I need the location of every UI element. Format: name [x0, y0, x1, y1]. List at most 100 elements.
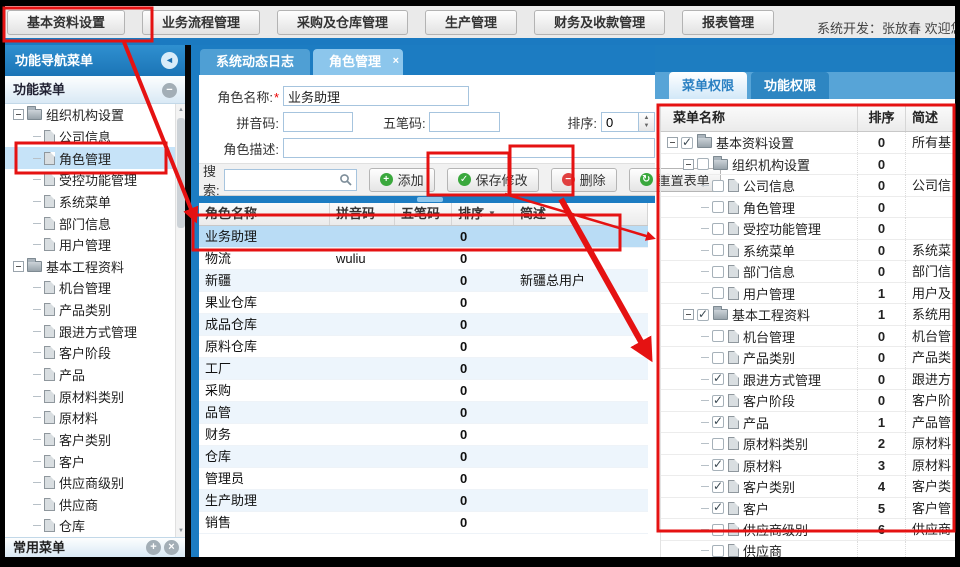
sidebar-item[interactable]: 用户管理 — [5, 234, 175, 256]
table-row[interactable]: 原料仓库0 — [199, 336, 648, 358]
table-row[interactable]: 销售0 — [199, 512, 648, 534]
checkbox[interactable] — [712, 524, 724, 536]
checkbox[interactable] — [681, 137, 693, 149]
table-row[interactable]: 仓库0 — [199, 446, 648, 468]
checkbox[interactable] — [712, 545, 724, 557]
sidebar-bottom-bar[interactable]: 常用菜单 + × — [5, 537, 185, 557]
sidebar-item[interactable]: 部门信息 — [5, 212, 175, 234]
checkbox[interactable] — [712, 459, 724, 471]
table-row[interactable]: 工厂0 — [199, 358, 648, 380]
top-menu-item[interactable]: 生产管理 — [425, 10, 517, 35]
column-header-sort[interactable]: 排序 — [858, 104, 906, 131]
checkbox[interactable] — [712, 266, 724, 278]
permission-tree-row[interactable]: 客户5客户管 — [661, 498, 955, 520]
sidebar-item[interactable]: 产品类别 — [5, 299, 175, 321]
checkbox[interactable] — [712, 352, 724, 364]
checkbox[interactable] — [697, 309, 709, 321]
search-icon[interactable] — [339, 173, 353, 187]
column-header[interactable]: 简述 — [514, 203, 648, 225]
collapse-node-icon[interactable] — [13, 109, 24, 120]
search-input[interactable] — [225, 172, 339, 187]
collapse-sidebar-icon[interactable]: ◄ — [161, 52, 178, 69]
sidebar-item[interactable]: 供应商 — [5, 494, 175, 516]
checkbox[interactable] — [712, 244, 724, 256]
column-header[interactable]: 排序▼ — [452, 203, 514, 225]
sidebar-item[interactable]: 组织机构设置 — [5, 104, 175, 126]
sidebar-item[interactable]: 产品 — [5, 364, 175, 386]
remove-favorite-icon[interactable]: × — [164, 540, 179, 555]
spinner-arrows[interactable]: ▲▼ — [638, 113, 654, 131]
tab-menu-permissions[interactable]: 菜单权限 — [669, 72, 747, 99]
sidebar-item[interactable]: 公司信息 — [5, 126, 175, 148]
top-menu-item[interactable]: 财务及收款管理 — [534, 10, 665, 35]
delete-button[interactable]: −删除 — [551, 168, 617, 192]
sidebar-item[interactable]: 客户阶段 — [5, 342, 175, 364]
tab-function-permissions[interactable]: 功能权限 — [751, 72, 829, 99]
permission-tree-row[interactable]: 原材料类别2原材料 — [661, 433, 955, 455]
sidebar-item[interactable]: 基本工程资料 — [5, 255, 175, 277]
checkbox[interactable] — [712, 287, 724, 299]
sidebar-item[interactable]: 仓库 — [5, 515, 175, 537]
tab-system-log[interactable]: 系统动态日志 — [200, 49, 310, 75]
permission-tree-row[interactable]: 基本资料设置0所有基 — [661, 132, 955, 154]
permission-tree-row[interactable]: 客户类别4客户类 — [661, 476, 955, 498]
permission-tree-row[interactable]: 产品1产品管 — [661, 412, 955, 434]
permission-tree-row[interactable]: 供应商 — [661, 541, 955, 558]
role-name-input[interactable] — [283, 86, 469, 106]
save-button[interactable]: ✓保存修改 — [447, 168, 539, 192]
table-row[interactable]: 财务0 — [199, 424, 648, 446]
sidebar-item[interactable]: 客户类别 — [5, 429, 175, 451]
add-favorite-icon[interactable]: + — [146, 540, 161, 555]
table-row[interactable]: 新疆0新疆总用户 — [199, 270, 648, 292]
sidebar-item[interactable]: 机台管理 — [5, 277, 175, 299]
sidebar-item[interactable]: 客户 — [5, 450, 175, 472]
permission-tree-row[interactable]: 客户阶段0客户阶 — [661, 390, 955, 412]
column-header-desc[interactable]: 简述 — [906, 104, 955, 131]
checkbox[interactable] — [712, 416, 724, 428]
sidebar-item[interactable]: 受控功能管理 — [5, 169, 175, 191]
permission-tree-row[interactable]: 用户管理1用户及 — [661, 283, 955, 305]
collapse-node-icon[interactable] — [683, 309, 694, 320]
permission-tree-row[interactable]: 产品类别0产品类 — [661, 347, 955, 369]
checkbox[interactable] — [712, 180, 724, 192]
column-header[interactable]: 五笔码 — [395, 203, 452, 225]
permission-tree-row[interactable]: 部门信息0部门信 — [661, 261, 955, 283]
collapse-node-icon[interactable] — [13, 261, 24, 272]
collapse-node-icon[interactable] — [683, 159, 694, 170]
role-desc-input[interactable] — [283, 138, 655, 158]
scrollbar-thumb[interactable] — [177, 118, 185, 228]
sidebar-item[interactable]: 跟进方式管理 — [5, 320, 175, 342]
table-row[interactable]: 品管0 — [199, 402, 648, 424]
column-header-menu-name[interactable]: 菜单名称 — [661, 104, 858, 131]
checkbox[interactable] — [697, 158, 709, 170]
collapse-handle-icon[interactable] — [417, 197, 443, 202]
table-row[interactable]: 管理员0 — [199, 468, 648, 490]
top-menu-item[interactable]: 报表管理 — [682, 10, 774, 35]
permission-tree-row[interactable]: 公司信息0公司信 — [661, 175, 955, 197]
top-menu-item[interactable]: 采购及仓库管理 — [277, 10, 408, 35]
permission-tree-row[interactable]: 原材料3原材料 — [661, 455, 955, 477]
spin-down-icon[interactable]: ▼ — [644, 122, 650, 130]
collapse-section-icon[interactable]: − — [162, 83, 177, 98]
wubi-input[interactable] — [429, 112, 500, 132]
checkbox[interactable] — [712, 330, 724, 342]
sidebar-section-header[interactable]: 功能菜单 − — [5, 76, 185, 104]
permission-tree-row[interactable]: 受控功能管理0 — [661, 218, 955, 240]
sidebar-scrollbar[interactable]: ▲ ▼ — [175, 104, 185, 537]
close-icon[interactable]: × — [393, 48, 399, 74]
sidebar-item[interactable]: 原材料类别 — [5, 385, 175, 407]
column-header[interactable]: 角色名称 — [199, 203, 330, 225]
checkbox[interactable] — [712, 502, 724, 514]
spin-up-icon[interactable]: ▲ — [644, 114, 650, 122]
horizontal-splitter[interactable] — [199, 196, 655, 203]
sidebar-item[interactable]: 原材料 — [5, 407, 175, 429]
permission-tree-row[interactable]: 供应商级别6供应商 — [661, 519, 955, 541]
sidebar-item[interactable]: 供应商级别 — [5, 472, 175, 494]
permission-tree-row[interactable]: 角色管理0 — [661, 197, 955, 219]
permission-tree-row[interactable]: 机台管理0机台管 — [661, 326, 955, 348]
checkbox[interactable] — [712, 201, 724, 213]
top-menu-item[interactable]: 基本资料设置 — [7, 10, 125, 35]
permission-tree-row[interactable]: 组织机构设置0 — [661, 154, 955, 176]
top-menu-item[interactable]: 业务流程管理 — [142, 10, 260, 35]
permission-tree-row[interactable]: 系统菜单0系统菜 — [661, 240, 955, 262]
